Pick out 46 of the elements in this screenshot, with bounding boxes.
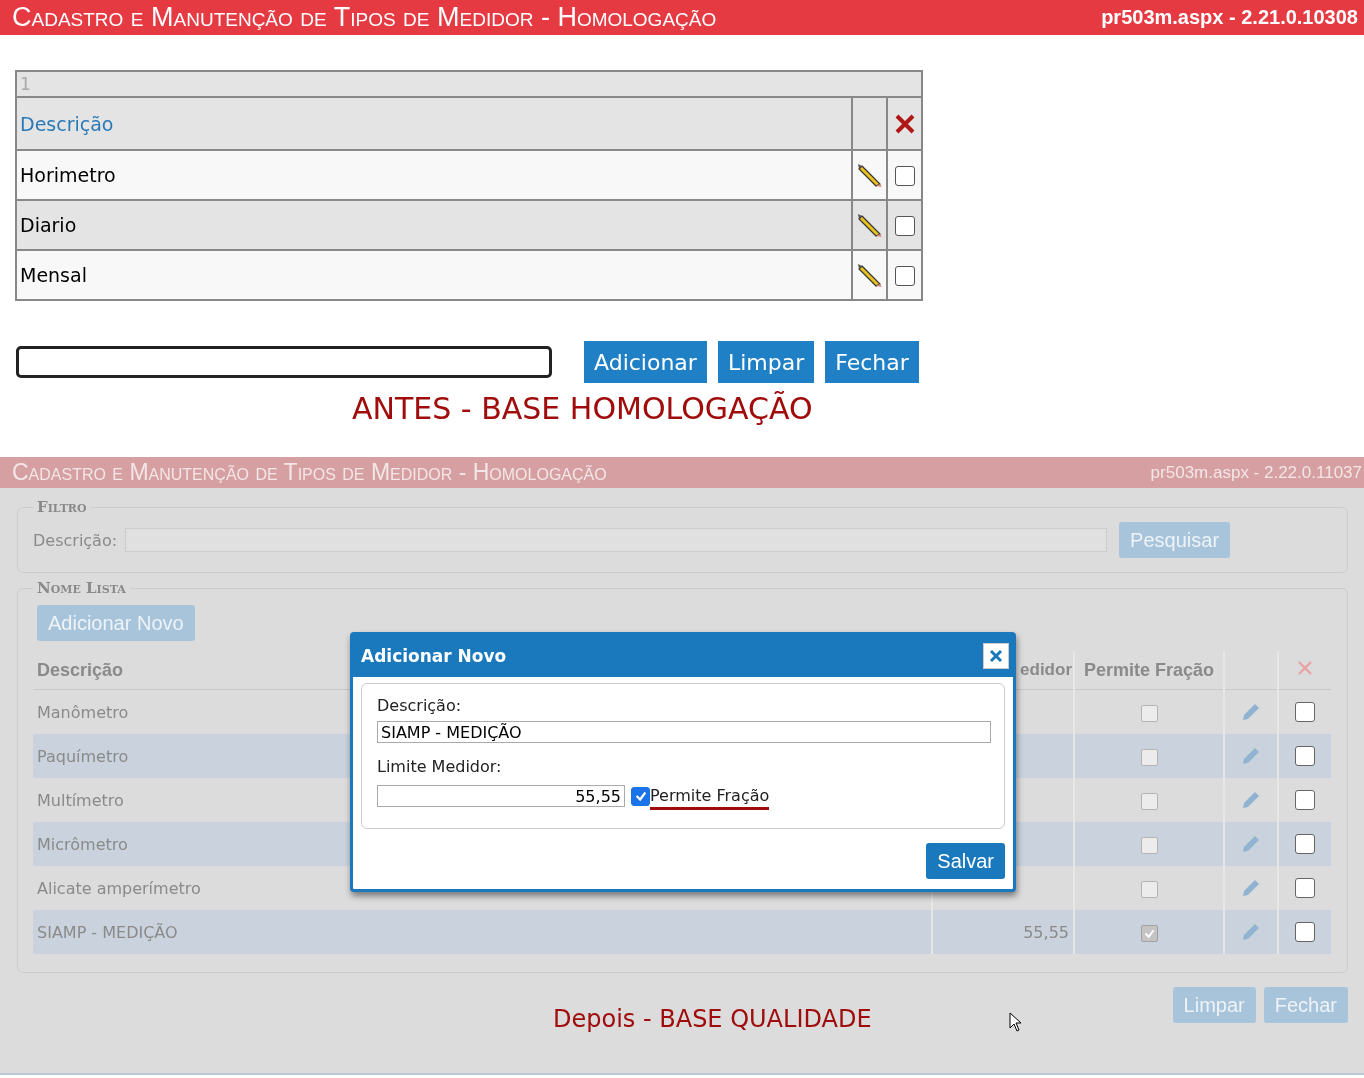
field-label: Limite Medidor: <box>377 757 503 776</box>
panel-legend: Filtro <box>33 498 91 516</box>
description-field[interactable]: SIAMP - MEDIÇÃO <box>377 721 991 743</box>
caption: ANTES - BASE HOMOLOGAÇÃO <box>352 391 814 426</box>
action-button[interactable]: Limpar <box>717 341 815 383</box>
pointer-cursor-icon <box>1009 1012 1023 1032</box>
row-checkbox[interactable] <box>1295 922 1315 943</box>
row-checkbox[interactable] <box>1295 746 1315 767</box>
dialog-title: Adicionar Novo <box>361 646 507 666</box>
row-checkbox[interactable] <box>894 166 915 187</box>
page-title: Cadastro e Manutenção de Tipos de Medidor - Homologação <box>12 2 717 33</box>
pencil-icon[interactable] <box>856 262 883 288</box>
close-button[interactable] <box>983 643 1009 669</box>
pencil-icon[interactable] <box>856 162 883 188</box>
row-checkbox[interactable] <box>894 266 915 287</box>
row-checkbox[interactable] <box>1295 878 1315 899</box>
action-button[interactable]: Fechar <box>825 341 919 383</box>
limit-field[interactable]: 55,55 <box>377 785 625 807</box>
field-label: Descrição: <box>33 530 118 550</box>
version-label: pr503m.aspx - 2.22.0.11037 <box>1150 462 1362 483</box>
pencil-icon[interactable] <box>856 212 883 238</box>
page-number[interactable]: 1 <box>20 74 31 94</box>
table-cell: Mensal <box>16 250 852 300</box>
delete-icon[interactable] <box>893 113 916 136</box>
row-checkbox[interactable] <box>1295 702 1315 723</box>
column-header[interactable]: Descrição <box>16 97 852 150</box>
table-cell: SIAMP - MEDIÇÃO <box>33 910 932 954</box>
fraction-checkbox[interactable] <box>631 786 650 806</box>
action-button[interactable]: Adicionar <box>584 341 707 383</box>
row-checkbox[interactable] <box>1295 834 1315 855</box>
version-label: pr503m.aspx - 2.21.0.10308 <box>1101 6 1358 29</box>
table-cell: Horimetro <box>16 150 852 200</box>
checkbox-label: Permite Fração <box>650 786 770 810</box>
row-checkbox[interactable] <box>894 216 915 237</box>
close-icon <box>989 649 1003 663</box>
page-title: Cadastro e Manutenção de Tipos de Medidor - Homologação <box>12 459 607 486</box>
table-cell: Diario <box>16 200 852 250</box>
field-label: Descrição: <box>377 696 463 715</box>
panel-legend: Nome Lista <box>33 579 130 597</box>
row-checkbox[interactable] <box>1295 790 1315 811</box>
description-input[interactable] <box>16 346 552 378</box>
column-header[interactable]: Permite Fração <box>1074 651 1224 690</box>
checkmark-icon <box>633 789 648 803</box>
table-cell: 55,55 <box>1023 922 1069 942</box>
caption: Depois - BASE QUALIDADE <box>553 1005 872 1033</box>
save-button[interactable]: Salvar <box>926 843 1005 879</box>
